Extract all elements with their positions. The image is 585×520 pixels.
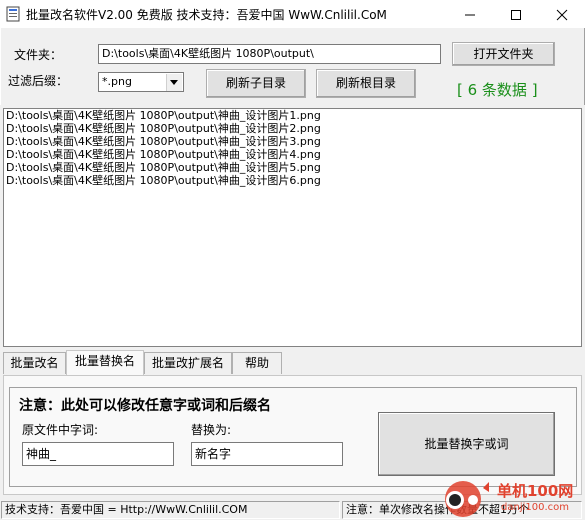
maximize-icon <box>511 10 521 20</box>
tab-batch-rename[interactable]: 批量改名 <box>3 352 66 374</box>
watermark: 单机100网 danji100.com <box>441 478 585 520</box>
replace-group: 注意：此处可以修改任意字或词和后缀名 原文件中字词: 神曲_ 替换为: 新名字 … <box>9 387 577 487</box>
minimize-icon <box>465 14 475 16</box>
tab-batch-replace[interactable]: 批量替换名 <box>66 350 144 376</box>
open-folder-button[interactable]: 打开文件夹 <box>452 42 555 66</box>
replace-with-label: 替换为: <box>191 423 232 437</box>
app-icon <box>6 6 20 22</box>
filter-suffix-value: *.png <box>102 75 132 88</box>
top-panel: 文件夹： D:\tools\桌面\4K壁纸图片 1080P\output\ 打开… <box>0 28 585 105</box>
watermark-subtext: danji100.com <box>501 502 569 513</box>
batch-replace-button[interactable]: 批量替换字或词 <box>378 412 555 476</box>
original-word-label: 原文件中字词: <box>22 423 99 437</box>
replace-panel: 注意：此处可以修改任意字或词和后缀名 原文件中字词: 神曲_ 替换为: 新名字 … <box>3 375 582 495</box>
filter-label: 过滤后缀： <box>8 74 69 88</box>
status-support: 技术支持：吾爱中国 = Http://WwW.Cnlilil.COM <box>1 501 340 519</box>
close-icon <box>556 9 568 21</box>
folder-path-input[interactable]: D:\tools\桌面\4K壁纸图片 1080P\output\ <box>98 44 441 64</box>
record-count: [ 6 条数据 ] <box>457 81 538 99</box>
tab-help[interactable]: 帮助 <box>232 352 282 374</box>
file-list-item[interactable]: D:\tools\桌面\4K壁纸图片 1080P\output\神曲_设计图片5… <box>4 161 581 174</box>
original-word-input[interactable]: 神曲_ <box>22 442 174 466</box>
file-list-item[interactable]: D:\tools\桌面\4K壁纸图片 1080P\output\神曲_设计图片1… <box>4 109 581 122</box>
note-text: 注意：此处可以修改任意字或词和后缀名 <box>19 398 271 414</box>
file-list-item[interactable]: D:\tools\桌面\4K壁纸图片 1080P\output\神曲_设计图片3… <box>4 135 581 148</box>
refresh-rootdir-button[interactable]: 刷新根目录 <box>316 69 416 98</box>
window-title: 批量改名软件V2.00 免费版 技术支持：吾爱中国 WwW.Cnlilil.Co… <box>26 8 387 22</box>
minimize-button[interactable] <box>447 0 493 28</box>
filter-suffix-select[interactable]: *.png <box>98 72 184 92</box>
chevron-down-icon <box>170 80 178 85</box>
replace-with-input[interactable]: 新名字 <box>191 442 343 466</box>
dropdown-arrow[interactable] <box>166 74 182 91</box>
watermark-text: 单机100网 <box>497 482 574 500</box>
maximize-button[interactable] <box>493 0 539 28</box>
refresh-subdir-button[interactable]: 刷新子目录 <box>206 69 306 98</box>
file-list-item[interactable]: D:\tools\桌面\4K壁纸图片 1080P\output\神曲_设计图片2… <box>4 122 581 135</box>
title-bar: 批量改名软件V2.00 免费版 技术支持：吾爱中国 WwW.Cnlilil.Co… <box>0 0 585 28</box>
close-button[interactable] <box>539 0 585 28</box>
file-list-item[interactable]: D:\tools\桌面\4K壁纸图片 1080P\output\神曲_设计图片4… <box>4 148 581 161</box>
tab-batch-extension[interactable]: 批量改扩展名 <box>144 352 232 374</box>
file-list-item[interactable]: D:\tools\桌面\4K壁纸图片 1080P\output\神曲_设计图片6… <box>4 174 581 187</box>
file-list[interactable]: D:\tools\桌面\4K壁纸图片 1080P\output\神曲_设计图片1… <box>3 108 582 347</box>
folder-label: 文件夹： <box>14 48 63 62</box>
